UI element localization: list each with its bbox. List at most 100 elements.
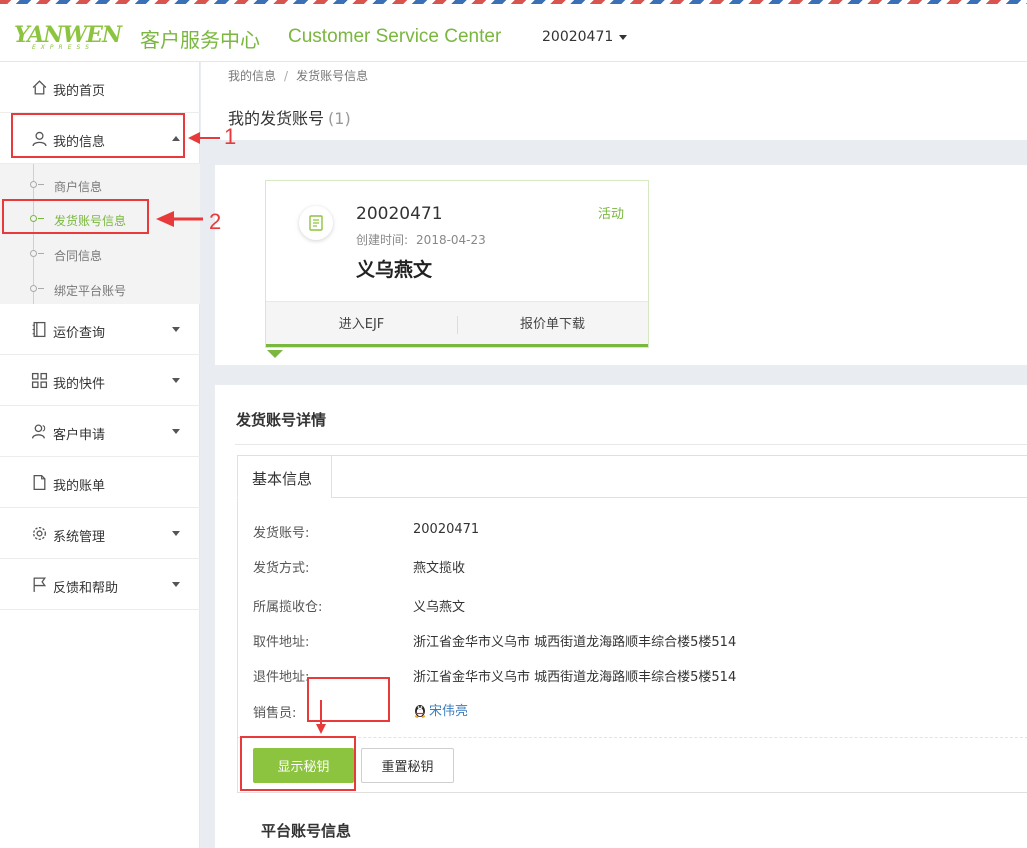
sidebar-item-customer-apply[interactable]: 客户申请 [0, 406, 200, 457]
my-info-submenu: 商户信息 发货账号信息 合同信息 绑定平台账号 [0, 164, 200, 304]
field-value-ship-method: 燕文揽收 [413, 561, 466, 576]
card-account-number: 20020471 [356, 204, 443, 224]
sidebar-item-system-settings[interactable]: 系统管理 [0, 508, 200, 559]
card-account-name: 义乌燕文 [356, 259, 433, 281]
sidebar-item-rate-query[interactable]: 运价查询 [0, 304, 200, 355]
field-label-warehouse: 所属揽收仓: [253, 600, 323, 615]
sidebar-item-label: 我的快件 [53, 377, 106, 392]
users-icon [31, 424, 46, 439]
page-title: 我的发货账号 (1) [228, 105, 351, 129]
created-value: 2018-04-23 [416, 233, 486, 247]
sidebar-item-home[interactable]: 我的首页 [0, 62, 200, 113]
sidebar-item-label: 客户申请 [53, 428, 106, 443]
card-actions: 进入EJF 报价单下载 [266, 301, 648, 346]
page-title-count: (1) [328, 109, 351, 128]
submenu-item-label: 商户信息 [54, 180, 103, 194]
card-created-date: 创建时间: 2018-04-23 [356, 231, 486, 248]
annotation-box-shipping-account [2, 199, 149, 234]
qq-penguin-icon[interactable] [413, 702, 427, 718]
tab-divider [331, 497, 1027, 498]
download-quote-button[interactable]: 报价单下载 [457, 302, 648, 347]
submenu-item-label: 合同信息 [54, 249, 103, 263]
sidebar-item-my-bills[interactable]: 我的账单 [0, 457, 200, 508]
account-dropdown[interactable]: 20020471 [542, 29, 628, 45]
chevron-down-icon [172, 429, 180, 434]
field-label-ship-method: 发货方式: [253, 561, 310, 576]
annotation-step-2: 2 [209, 209, 222, 234]
caret-down-icon [619, 34, 628, 40]
top-header: YANWEN EXPRESS 客户服务中心 Customer Service C… [0, 4, 1027, 62]
annotation-box-salesperson-gap [307, 677, 390, 722]
document-icon [33, 474, 46, 491]
gear-icon [33, 527, 46, 540]
submenu-item-label: 绑定平台账号 [54, 284, 127, 298]
page-header: 我的信息 / 发货账号信息 我的发货账号 (1) [201, 62, 1027, 140]
sidebar-item-label: 反馈和帮助 [53, 581, 119, 596]
salesperson-link[interactable]: 宋伟亮 [429, 704, 468, 719]
annotation-box-my-info [11, 113, 185, 158]
bullet-icon [30, 250, 37, 257]
field-label-account: 发货账号: [253, 526, 310, 541]
dashed-divider [238, 737, 1027, 738]
bullet-icon [30, 285, 37, 292]
logo-subtext: EXPRESS [32, 44, 94, 51]
field-value-return-address: 浙江省金华市义乌市 城西街道龙海路顺丰综合楼5楼514 [413, 670, 737, 685]
home-icon [32, 80, 47, 95]
platform-account-title: 平台账号信息 [261, 822, 352, 840]
created-label: 创建时间: [356, 233, 409, 247]
field-value-pickup-address: 浙江省金华市义乌市 城西街道龙海路顺丰综合楼5楼514 [413, 635, 737, 650]
detail-title: 发货账号详情 [236, 411, 327, 429]
breadcrumb-separator: / [284, 69, 289, 83]
bullet-dash [38, 288, 44, 289]
page-title-text: 我的发货账号 [228, 109, 325, 128]
annotation-step-1: 1 [224, 124, 237, 149]
card-status-badge: 活动 [597, 207, 624, 222]
sidebar-item-label: 运价查询 [53, 326, 106, 341]
card-pointer-caret [267, 350, 283, 358]
reset-key-button[interactable]: 重置秘钥 [361, 748, 454, 783]
sidebar-item-my-shipments[interactable]: 我的快件 [0, 355, 200, 406]
bullet-dash [38, 253, 44, 254]
main-content: 我的信息 / 发货账号信息 我的发货账号 (1) 20020471 活动 创建时间: 2… [201, 62, 1027, 848]
sidebar-item-label: 我的账单 [53, 479, 106, 494]
field-value-account: 20020471 [413, 522, 480, 537]
site-title-en: Customer Service Center [288, 26, 502, 47]
submenu-item-bind-platform[interactable]: 绑定平台账号 [0, 271, 200, 305]
sidebar-item-label: 我的首页 [53, 84, 106, 99]
document-list-icon [309, 215, 323, 231]
yanwen-logo[interactable]: YANWEN EXPRESS [14, 22, 126, 52]
card-icon-circle [299, 206, 333, 240]
flag-icon [33, 577, 47, 592]
account-dropdown-label: 20020471 [542, 29, 614, 45]
tab-basic-info[interactable]: 基本信息 [237, 455, 332, 498]
grid-icon [31, 372, 48, 389]
bullet-icon [30, 181, 37, 188]
sidebar: 我的首页 我的信息 商户信息 发货账号信息 合同信息 绑定平台账号 运价查询 我 [0, 62, 200, 848]
submenu-item-merchant-info[interactable]: 商户信息 [0, 167, 200, 201]
enter-ejf-button[interactable]: 进入EJF [266, 302, 457, 347]
account-card[interactable]: 20020471 活动 创建时间: 2018-04-23 义乌燕文 进入EJF 报… [265, 180, 649, 348]
field-value-salesperson: 宋伟亮 [413, 700, 468, 719]
chevron-down-icon [172, 531, 180, 536]
detail-title-divider [235, 444, 1027, 445]
sidebar-item-label: 系统管理 [53, 530, 106, 545]
breadcrumb: 我的信息 / 发货账号信息 [228, 67, 368, 84]
field-label-salesperson: 销售员: [253, 706, 297, 721]
account-card-panel: 20020471 活动 创建时间: 2018-04-23 义乌燕文 进入EJF 报… [215, 165, 1027, 365]
bullet-dash [38, 184, 44, 185]
chevron-down-icon [172, 378, 180, 383]
site-title-cn: 客户服务中心 [140, 28, 260, 52]
chevron-down-icon [172, 582, 180, 587]
sidebar-item-feedback-help[interactable]: 反馈和帮助 [0, 559, 200, 610]
annotation-box-show-key [240, 736, 356, 791]
chevron-down-icon [172, 327, 180, 332]
field-label-return-address: 退件地址: [253, 670, 310, 685]
card-active-bar [266, 344, 648, 347]
breadcrumb-current: 发货账号信息 [296, 69, 369, 83]
field-label-pickup-address: 取件地址: [253, 635, 310, 650]
field-value-warehouse: 义乌燕文 [413, 600, 466, 615]
tab-basic-info-label: 基本信息 [252, 470, 313, 488]
breadcrumb-parent[interactable]: 我的信息 [228, 69, 276, 83]
submenu-item-contract-info[interactable]: 合同信息 [0, 236, 200, 270]
notebook-icon [32, 321, 46, 338]
